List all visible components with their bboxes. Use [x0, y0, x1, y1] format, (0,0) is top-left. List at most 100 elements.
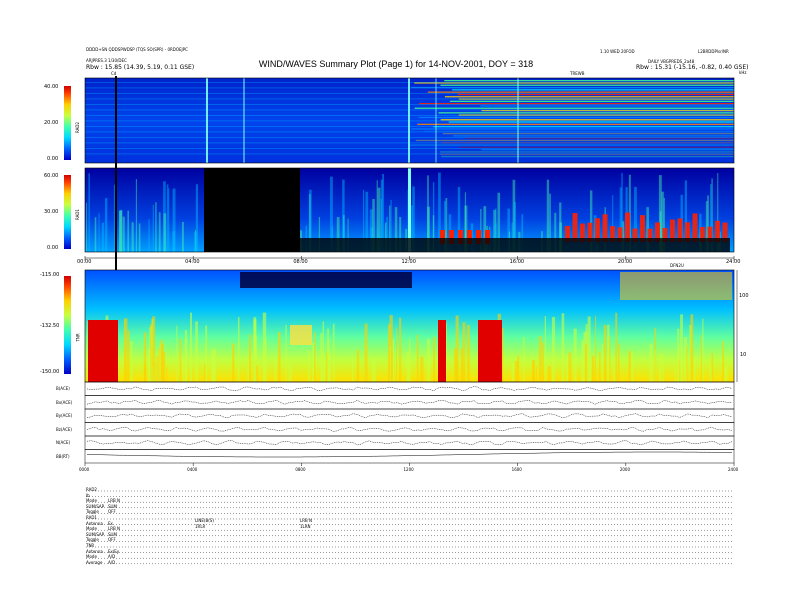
rad1-burst	[94, 217, 97, 252]
mag-series-line	[86, 440, 733, 446]
tnr-emission	[659, 353, 662, 382]
tnr-emission	[532, 360, 535, 382]
rad1-burst	[98, 213, 100, 252]
footer-field-value: OFF	[108, 509, 116, 515]
rad2-emission-band	[417, 123, 734, 125]
rad1-burst	[181, 221, 184, 252]
tnr-emission	[237, 317, 240, 382]
footer-mid-text: LRB N	[300, 518, 313, 523]
tnr-emission	[323, 355, 326, 382]
rad2-emission-band	[448, 121, 734, 123]
rad2-colorbar	[64, 86, 71, 160]
rad1-red-emission	[692, 213, 698, 242]
rad1-burst	[118, 210, 122, 252]
footer-mid-text: 1RLR	[195, 524, 206, 529]
tnr-emission	[515, 361, 519, 382]
tnr-right-tick-10: 10	[740, 352, 747, 358]
mag-xtick-label: 0400	[187, 467, 198, 472]
tnr-emission	[312, 342, 315, 382]
tnr-emission	[308, 350, 310, 382]
footer-field-value: LRB N	[108, 498, 121, 504]
rad1-xtick-label: 16:00	[509, 259, 525, 265]
footer-field-name: Mode	[86, 526, 97, 532]
footer-mid-text: LINE(B(S)	[195, 518, 214, 523]
tnr-emission	[662, 353, 664, 382]
tnr-emission	[123, 318, 126, 382]
tnr-emission	[143, 365, 146, 382]
tnr-ytick-bottom: -150.00	[40, 369, 60, 375]
tnr-emission	[154, 363, 156, 382]
rad2-emission-band	[459, 146, 734, 148]
tnr-emission	[389, 346, 392, 382]
tnr-emission	[127, 330, 130, 382]
footer-field-name: Mode	[86, 554, 97, 560]
rad1-xtick-label: 00:00	[77, 259, 92, 265]
rad2-ytick-0: 0.00	[47, 156, 59, 162]
tnr-emission	[551, 317, 556, 382]
rad1-burst	[163, 213, 167, 252]
tnr-emission	[711, 353, 714, 382]
rad2-emission-band	[440, 151, 734, 153]
tnr-ytick-mid: -132.50	[40, 323, 60, 329]
tnr-emission	[204, 364, 206, 382]
tnr-emission	[392, 338, 395, 382]
rad1-ytick-60: 60.00	[44, 173, 59, 179]
rad2-emission-band	[408, 144, 734, 146]
footer-field-name: Ib	[86, 492, 90, 498]
tnr-ylabel: TNR	[75, 333, 81, 342]
rad1-burst	[113, 184, 116, 252]
tnr-emission	[195, 321, 198, 382]
tnr-emission	[595, 315, 597, 382]
tnr-emission	[232, 343, 235, 382]
tnr-emission	[166, 366, 168, 382]
summary-figure	[64, 76, 738, 564]
rad2-emission-band	[453, 135, 734, 137]
mag-panel-frame	[84, 408, 735, 423]
rad2-panel	[84, 77, 735, 164]
tnr-emission	[722, 341, 725, 382]
tnr-emission	[462, 322, 466, 382]
rad2-ytick-20: 20.00	[44, 120, 59, 126]
rad1-burst	[88, 173, 90, 252]
rad1-burst	[155, 202, 157, 252]
mag-series-line	[86, 413, 733, 419]
footer-field-name: SUM/SAP	[86, 503, 105, 509]
tnr-emission	[371, 357, 375, 382]
tnr-emission	[466, 324, 470, 382]
rad1-red-emission	[602, 214, 608, 242]
mag-xtick-label: 1600	[511, 467, 522, 472]
mag-xtick-label: 2400	[728, 467, 739, 472]
tnr-emission	[609, 336, 611, 382]
tnr-emission	[285, 324, 287, 382]
tnr-emission	[190, 312, 192, 382]
footer-field-name: TNR	[86, 543, 95, 548]
tnr-red-emission	[438, 320, 446, 382]
tnr-emission	[591, 355, 595, 382]
tnr-red-emission	[478, 320, 502, 382]
mag-series-label: Bx(ACE)	[56, 399, 73, 405]
rad1-red-emission	[572, 212, 578, 242]
tnr-emission	[205, 325, 208, 382]
tnr-emission	[680, 314, 683, 382]
mag-panel-frame	[84, 435, 735, 450]
rad1-xtick-label: 20:00	[617, 259, 633, 265]
tnr-emission	[631, 351, 634, 382]
tnr-emission	[274, 358, 277, 382]
footer-field-name: Mode	[86, 498, 97, 504]
rad1-panel	[84, 167, 735, 253]
mag-series-line	[86, 386, 733, 392]
rad1-burst	[127, 210, 129, 252]
rad2-emission-band	[457, 93, 734, 96]
tnr-emission	[147, 349, 151, 382]
mag-panel-frame	[84, 395, 735, 410]
rad1-burst	[104, 198, 108, 252]
rad1-burst	[148, 219, 150, 252]
tnr-emission	[182, 357, 185, 382]
mag-series-line	[86, 451, 733, 458]
tnr-emission	[364, 323, 368, 382]
tnr-ytick-top: -115.00	[40, 272, 60, 278]
footer-field-value: SUM	[108, 531, 117, 537]
mag-series-label: BB(RT)	[56, 453, 70, 459]
tnr-emission	[161, 343, 164, 382]
tnr-emission	[693, 358, 696, 382]
